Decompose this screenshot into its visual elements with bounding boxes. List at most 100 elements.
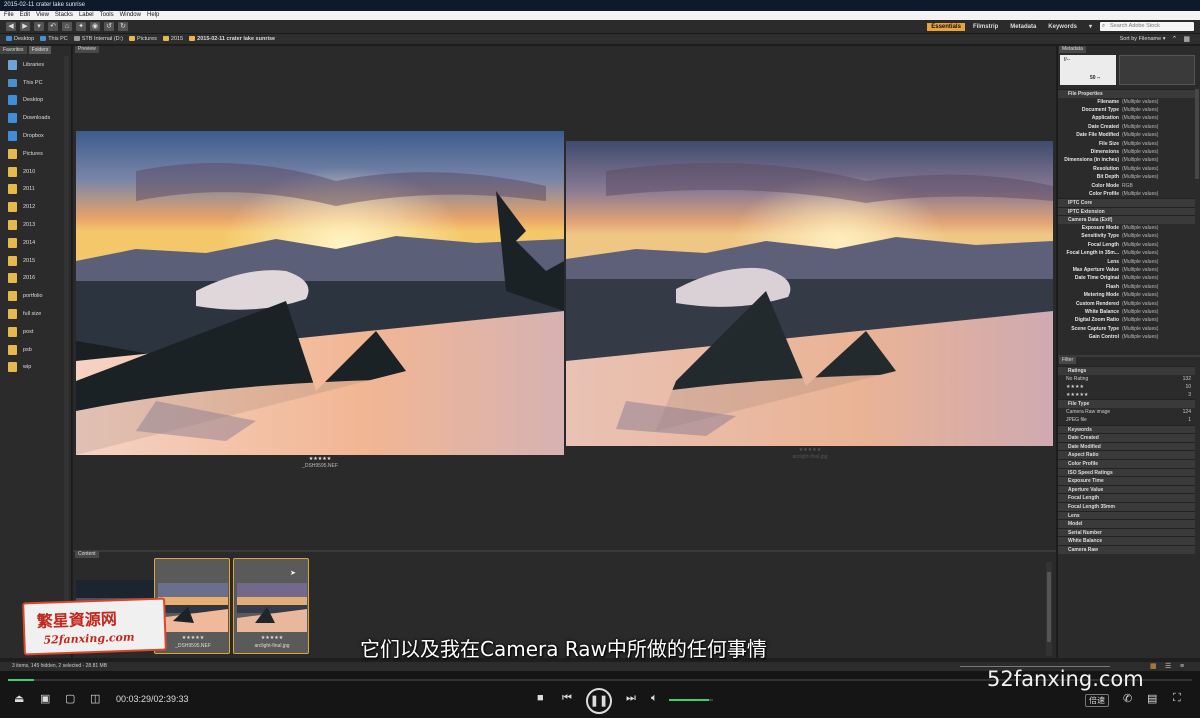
thumbnail-arclight-final[interactable]: ➤ ★★★★★ arclight-final.jpg [233,558,309,654]
tab-folders[interactable]: Folders [28,46,52,54]
filter-lens[interactable]: Lens [1058,510,1195,520]
sort-direction-icon[interactable]: ⌃ [1172,35,1178,43]
filter-white-balance[interactable]: White Balance [1058,536,1195,545]
filetype-filter-row[interactable]: Camera Raw image 124 [1058,408,1195,416]
left-scrollbar[interactable] [64,56,69,652]
playlist-icon[interactable]: ▣ [40,692,50,705]
breadcrumb-desktop[interactable]: Desktop [6,36,34,42]
rotate-right-icon[interactable]: ↻ [118,22,128,31]
folder-item-desktop[interactable]: Desktop [0,92,71,110]
workspace-essentials[interactable]: Essentials [927,22,965,31]
filter-model[interactable]: Model [1058,519,1195,528]
content-scroll-thumb[interactable] [1047,572,1051,642]
breadcrumb-pictures[interactable]: Pictures [129,36,157,42]
previous-icon[interactable]: ⏮ [562,692,572,705]
folder-item-portfolio[interactable]: portfolio [0,287,71,305]
workspace-filmstrip[interactable]: Filmstrip [969,23,1002,31]
section-iptc-extension[interactable]: IPTC Extension [1058,206,1195,216]
filter-aperture-value[interactable]: Aperture Value [1058,484,1195,494]
menu-view[interactable]: View [36,11,49,20]
back-icon[interactable]: ◀ [6,22,16,31]
volume-slider[interactable] [669,699,713,701]
view-options-icon[interactable]: ▦ [1183,35,1190,43]
breadcrumb-this-pc[interactable]: This PC [40,36,68,42]
tab-preview[interactable]: Preview [75,46,99,53]
thumbnail-rating[interactable]: ★★★★★ [234,635,310,641]
filter-serial-number[interactable]: Serial Number [1058,527,1195,537]
filter-keywords[interactable]: Keywords [1058,424,1195,434]
section-camera-data[interactable]: Camera Data (Exif) [1058,215,1195,225]
folder-item-wip[interactable]: wip [0,359,71,377]
boomerang-icon[interactable]: ↶ [48,22,58,31]
open-in-camera-raw-icon[interactable]: ◉ [90,22,100,31]
speed-button[interactable]: 倍速 [1085,694,1109,707]
menu-stacks[interactable]: Stacks [55,11,73,20]
filter-ratings[interactable]: Ratings [1058,366,1195,375]
filter-exposure-time[interactable]: Exposure Time [1058,476,1195,485]
workspace-menu-icon[interactable]: ▾ [1085,22,1096,31]
filter-color-profile[interactable]: Color Profile [1058,459,1195,468]
filter-file-type[interactable]: File Type [1058,399,1195,409]
view-grid-icon[interactable]: ▦ [1150,662,1157,671]
section-file-properties[interactable]: File Properties [1058,89,1195,98]
workspace-keywords[interactable]: Keywords [1044,23,1081,31]
box-icon[interactable]: ▤ [1147,692,1157,705]
fullscreen-icon[interactable]: ⛶ [1173,692,1181,705]
folder-item-2015[interactable]: 2015 [0,252,71,270]
filter-camera-raw[interactable]: Camera Raw [1058,544,1195,554]
breadcrumb-current[interactable]: 2015-02-11 crater lake sunrise [189,36,275,42]
filter-date-modified[interactable]: Date Modified [1058,441,1195,451]
folder-item-downloads[interactable]: Downloads [0,109,71,127]
metadata-scrollbar[interactable] [1195,89,1199,179]
next-icon[interactable]: ⏭ [626,692,636,705]
recent-folders-icon[interactable]: ▾ [34,22,44,31]
get-photos-icon[interactable]: ⌂ [62,22,72,31]
view-details-icon[interactable]: ≡ [1180,662,1184,671]
folder-item-2010[interactable]: 2010 [0,163,71,181]
folder-item-libraries[interactable]: Libraries [0,56,71,74]
filetype-filter-row[interactable]: JPEG file 1 [1058,416,1195,424]
preview-image-right[interactable] [566,141,1053,446]
menu-label[interactable]: Label [79,11,94,20]
preview-right-rating[interactable]: ★★★★★ [780,447,840,453]
workspace-metadata[interactable]: Metadata [1006,23,1040,31]
comment-icon[interactable]: ▢ [65,692,75,705]
filter-date-created[interactable]: Date Created [1058,433,1195,442]
folder-item-2011[interactable]: 2011 [0,181,71,199]
menu-edit[interactable]: Edit [20,11,30,20]
preview-left-rating[interactable]: ★★★★★ [290,456,350,462]
folder-item-2013[interactable]: 2013 [0,216,71,234]
folder-item-dropbox[interactable]: Dropbox [0,127,71,145]
breadcrumb-2015[interactable]: 2015 [162,36,183,42]
menu-tools[interactable]: Tools [100,11,114,20]
forward-icon[interactable]: ▶ [20,22,30,31]
folder-item-psb[interactable]: psb [0,341,71,359]
menu-help[interactable]: Help [147,11,159,20]
rating-filter-row[interactable]: ★★★★ 10 [1058,383,1195,391]
phone-icon[interactable]: ✆ [1123,692,1132,705]
rating-filter-row[interactable]: No Rating 132 [1058,375,1195,383]
folder-item-2016[interactable]: 2016 [0,270,71,288]
rating-filter-row[interactable]: ★★★★★ 3 [1058,391,1195,399]
sort-dropdown[interactable]: Sort by Filename ▾ [1120,36,1166,42]
screenshot-icon[interactable]: ◫ [90,692,100,705]
search-input[interactable]: ⌕ Search Adobe Stock [1100,22,1194,31]
folder-item-pictures[interactable]: Pictures [0,145,71,163]
stop-icon[interactable]: ■ [537,692,544,704]
pause-button[interactable]: ❚❚ [586,688,612,714]
filter-aspect-ratio[interactable]: Aspect Ratio [1058,450,1195,460]
filter-iso-speed-ratings[interactable]: ISO Speed Ratings [1058,467,1195,477]
tab-filter[interactable]: Filter [1059,357,1077,364]
folder-item-this-pc[interactable]: This PC [0,74,71,92]
folder-item-2012[interactable]: 2012 [0,198,71,216]
folder-item-full-size[interactable]: full size [0,305,71,323]
breadcrumb-drive[interactable]: STB Internal (D:) [73,36,123,42]
rotate-left-icon[interactable]: ↺ [104,22,114,31]
refine-icon[interactable]: ✦ [76,22,86,31]
section-iptc-core[interactable]: IPTC Core [1058,198,1195,207]
tab-favorites[interactable]: Favorites [0,46,27,54]
filter-focal-length[interactable]: Focal Length [1058,493,1195,503]
preview-image-left[interactable] [76,131,564,455]
eject-icon[interactable]: ⏏ [14,692,24,705]
filter-focal-length-35mm[interactable]: Focal Length 35mm [1058,502,1195,511]
